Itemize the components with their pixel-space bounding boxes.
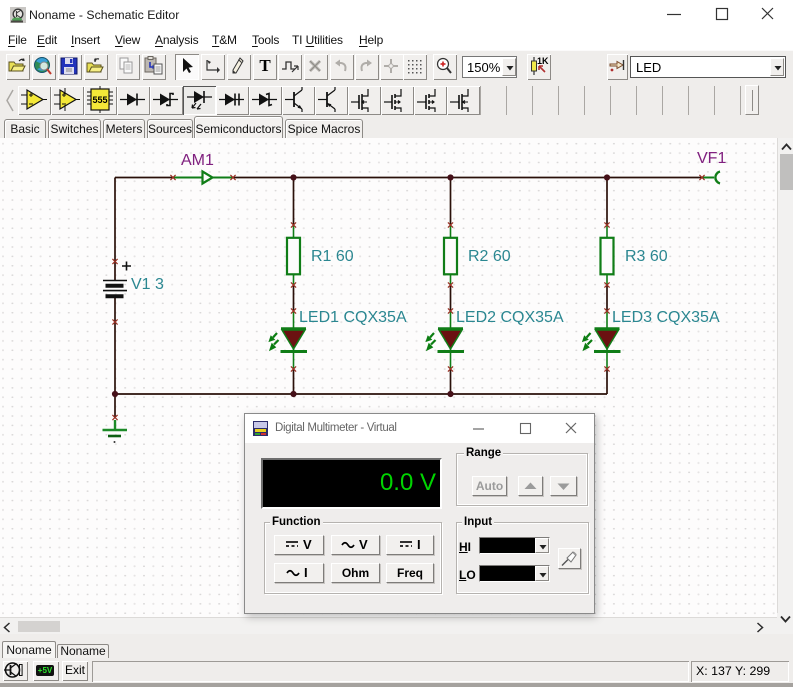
- svg-text:R1 60: R1 60: [311, 248, 354, 265]
- svg-text:LED2 CQX35A: LED2 CQX35A: [456, 309, 564, 326]
- svg-text:R3 60: R3 60: [625, 248, 668, 265]
- svg-text:AM1: AM1: [181, 152, 214, 169]
- svg-text:V: V: [359, 537, 368, 552]
- svg-text:LED3 CQX35A: LED3 CQX35A: [612, 309, 720, 326]
- svg-text:I: I: [304, 565, 308, 580]
- svg-text:V1 3: V1 3: [131, 276, 164, 293]
- svg-text:VF1: VF1: [697, 150, 726, 167]
- svg-text:R2 60: R2 60: [468, 248, 511, 265]
- svg-text:555: 555: [92, 95, 107, 105]
- svg-text:LED1 CQX35A: LED1 CQX35A: [299, 309, 407, 326]
- svg-text:I: I: [417, 537, 421, 552]
- svg-text:V: V: [303, 537, 312, 552]
- svg-text:1K: 1K: [537, 56, 549, 66]
